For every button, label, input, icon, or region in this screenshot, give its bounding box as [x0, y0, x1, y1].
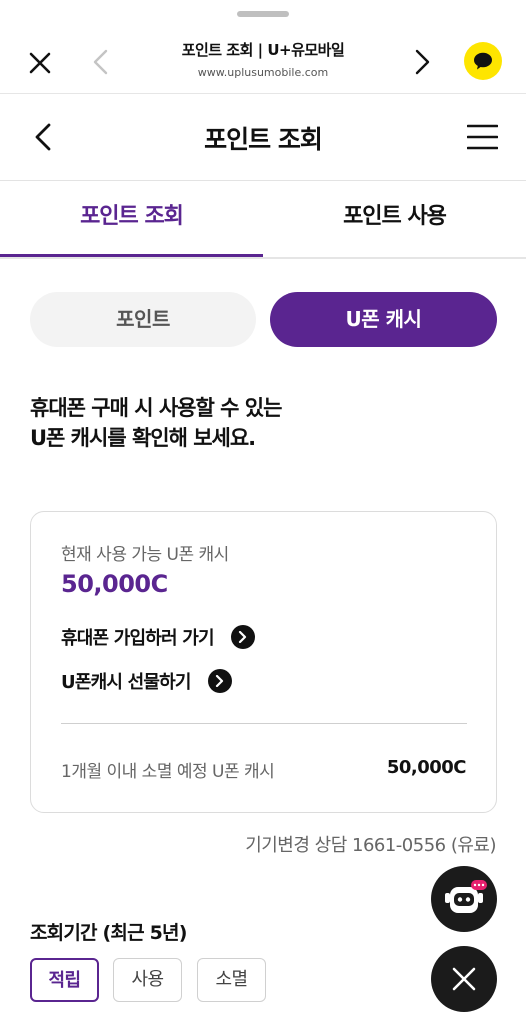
kakao-talk-icon: [474, 52, 492, 70]
expiring-cash-label: 1개월 이내 소멸 예정 U폰 캐시: [61, 762, 275, 782]
consult-phone-link[interactable]: 기기변경 상담 1661-0556 (유료): [245, 831, 496, 857]
headline-line-1: 휴대폰 구매 시 사용할 수 있는: [30, 396, 282, 420]
available-cash-amount: 50,000C: [61, 570, 168, 598]
tab-point-usage[interactable]: 포인트 사용: [263, 181, 526, 257]
toggle-u-phone-cash[interactable]: U폰 캐시: [270, 292, 497, 347]
u-phone-cash-card: 현재 사용 가능 U폰 캐시 50,000C 휴대폰 가입하러 가기 U폰캐시 …: [30, 511, 497, 813]
in-app-browser-bar: 포인트 조회 | U+유모바일 www.uplusumobile.com: [0, 24, 526, 94]
browser-url: www.uplusumobile.com: [197, 66, 329, 79]
sheet-drag-handle[interactable]: [237, 11, 289, 17]
arrow-circle-right-icon: [208, 669, 233, 693]
toggle-point[interactable]: 포인트: [30, 292, 256, 347]
card-divider: [61, 723, 467, 724]
join-phone-link[interactable]: 휴대폰 가입하러 가기: [61, 624, 256, 650]
chevron-left-icon[interactable]: [32, 122, 54, 152]
arrow-circle-right-icon: [231, 625, 256, 649]
chatbot-robot-icon: [445, 880, 487, 913]
gift-cash-link[interactable]: U폰캐시 선물하기: [61, 668, 233, 694]
filter-chip-earned[interactable]: 적립: [30, 958, 99, 1002]
headline-line-2: U폰 캐시를 확인해 보세요.: [30, 426, 256, 450]
close-icon: [452, 967, 476, 991]
join-phone-link-label: 휴대폰 가입하러 가기: [61, 628, 215, 649]
page-header: 포인트 조회: [0, 94, 526, 180]
browser-page-title: 포인트 조회 | U+유모바일: [181, 41, 345, 59]
filter-chip-expired[interactable]: 소멸: [197, 958, 266, 1002]
close-icon[interactable]: [26, 49, 54, 77]
tab-point-inquiry[interactable]: 포인트 조회: [0, 181, 263, 257]
expiring-cash-amount: 50,000C: [386, 757, 467, 778]
chatbot-button[interactable]: [431, 866, 497, 932]
available-cash-label: 현재 사용 가능 U폰 캐시: [61, 545, 229, 565]
period-title: 조회기간 (최근 5년): [30, 922, 187, 944]
headline: 휴대폰 구매 시 사용할 수 있는 U폰 캐시를 확인해 보세요.: [30, 393, 500, 453]
browser-forward-icon[interactable]: [411, 48, 433, 76]
kakao-talk-button[interactable]: [464, 42, 502, 80]
page-title: 포인트 조회: [204, 125, 323, 154]
filter-chip-used[interactable]: 사용: [113, 958, 182, 1002]
browser-back-icon: [90, 48, 112, 76]
tab-bar: 포인트 조회 포인트 사용: [0, 181, 526, 259]
gift-cash-link-label: U폰캐시 선물하기: [61, 672, 191, 693]
close-floating-button[interactable]: [431, 946, 497, 1012]
hamburger-menu-icon[interactable]: [466, 124, 499, 150]
